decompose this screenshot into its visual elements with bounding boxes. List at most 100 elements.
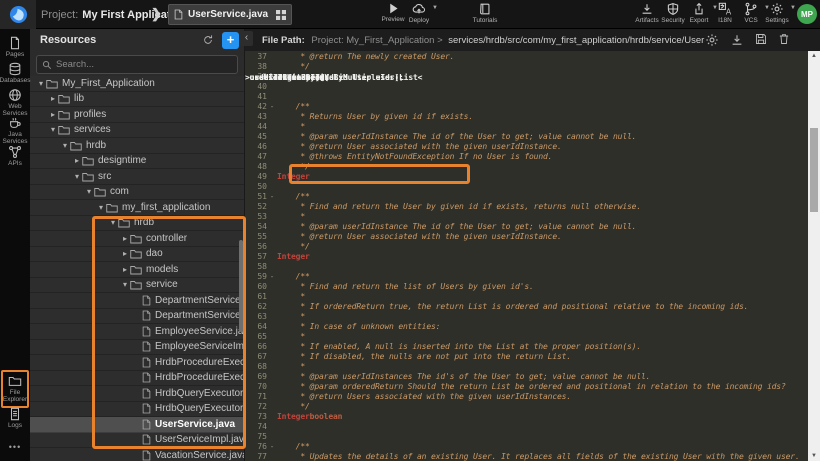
trash-icon[interactable] [778, 33, 790, 47]
code-area[interactable]: 37 * @return The newly created User.38 *… [245, 51, 808, 461]
caret-down-icon[interactable]: ▾ [120, 280, 130, 289]
tree-row-hrdbprocedureexecutorserviceimpl-java[interactable]: HrdbProcedureExecutorServiceImpl.java [30, 371, 245, 387]
tree-item-label: HrdbQueryExecutorServiceImpl.java [155, 403, 245, 414]
caret-right-icon[interactable]: ▸ [72, 156, 82, 165]
cloud-up-icon [412, 2, 426, 16]
caret-right-icon[interactable]: ▸ [48, 94, 58, 103]
tree-row-src[interactable]: ▾ src [30, 169, 245, 185]
tree-row-profiles[interactable]: ▸profiles [30, 107, 245, 123]
tab-userservice-java[interactable]: UserService.java [168, 4, 292, 25]
file-path-value: services/hrdb/src/com/my_first_applicati… [448, 35, 705, 46]
rail-item-web-services[interactable]: Web Services [0, 88, 30, 117]
user-avatar[interactable]: MP [797, 4, 817, 24]
collapse-panel-button[interactable]: ‹ [240, 31, 253, 46]
caret-right-icon[interactable]: ▸ [120, 234, 130, 243]
caret-down-icon: ▼ [432, 5, 438, 11]
tree-row-my-first-application[interactable]: ▾my_first_application [30, 200, 245, 216]
rail-item-label: File Explorer [3, 389, 27, 403]
save-icon[interactable] [755, 33, 767, 47]
preview-button[interactable]: Preview [380, 2, 406, 23]
caret-right-icon[interactable]: ▸ [120, 265, 130, 274]
vcs-button[interactable]: VCS▼ [738, 2, 764, 24]
tree-row-employeeservice-java[interactable]: EmployeeService.java [30, 324, 245, 340]
tree-scrollbar[interactable] [239, 240, 243, 332]
file-tree: ▾My_First_Application▸lib▸profiles▾servi… [30, 76, 245, 461]
tree-row-hrdbprocedureexecutorservice-java[interactable]: HrdbProcedureExecutorService.java [30, 355, 245, 371]
caret-down-icon[interactable]: ▾ [96, 203, 106, 212]
tree-row-service[interactable]: ▾ service [30, 278, 245, 294]
tree-row-hrdbqueryexecutorservice-java[interactable]: HrdbQueryExecutorService.java [30, 386, 245, 402]
tree-row-designtime[interactable]: ▸designtime [30, 154, 245, 170]
caret-right-icon[interactable]: ▸ [48, 110, 58, 119]
tree-row-hrdb[interactable]: ▾hrdb [30, 138, 245, 154]
project-breadcrumb[interactable]: Project: My First Application [41, 0, 187, 29]
rail-item-label: Databases [0, 77, 31, 84]
tree-row-my-first-application[interactable]: ▾My_First_Application [30, 76, 245, 92]
tree-item-label: UserServiceImpl.java [155, 434, 245, 445]
svg-text:A: A [726, 8, 732, 16]
caret-down-icon[interactable]: ▾ [108, 218, 118, 227]
page-icon [8, 36, 22, 50]
tree-row-services[interactable]: ▾services [30, 123, 245, 139]
artifacts-button[interactable]: Artifacts [634, 2, 660, 24]
i18n-label: I18N [718, 17, 732, 24]
tree-row-userserviceimpl-java[interactable]: UserServiceImpl.java [30, 433, 245, 449]
rail-item-logs[interactable]: Logs [0, 407, 30, 429]
tree-row-models[interactable]: ▸models [30, 262, 245, 278]
security-button[interactable]: Security [660, 2, 686, 24]
tree-item-label: service [146, 279, 178, 290]
tree-row-controller[interactable]: ▸controller [30, 231, 245, 247]
rail-item-databases[interactable]: Databases [0, 62, 30, 84]
download-icon[interactable] [730, 33, 744, 47]
editor-actions [705, 33, 820, 47]
grid-icon[interactable] [276, 10, 286, 20]
tree-item-label: src [98, 171, 111, 182]
tree-row-departmentserviceimpl-java[interactable]: DepartmentServiceImpl.java [30, 309, 245, 325]
scroll-up-icon[interactable]: ▲ [808, 53, 820, 59]
tree-row-lib[interactable]: ▸lib [30, 92, 245, 108]
export-button[interactable]: Export▼ [686, 2, 712, 24]
add-resource-button[interactable]: + [222, 32, 239, 49]
tree-row-userservice-java[interactable]: UserService.java [30, 417, 245, 433]
caret-down-icon[interactable]: ▾ [48, 125, 58, 134]
tree-row-hrdb[interactable]: ▾hrdb [30, 216, 245, 232]
tree-row-dao[interactable]: ▸dao [30, 247, 245, 263]
deploy-button[interactable]: Deploy▼ [406, 2, 432, 24]
rail-item-apis[interactable]: APIs [0, 145, 30, 167]
caret-down-icon[interactable]: ▾ [84, 187, 94, 196]
tree-row-hrdbqueryexecutorserviceimpl-java[interactable]: HrdbQueryExecutorServiceImpl.java [30, 402, 245, 418]
caret-down-icon[interactable]: ▾ [60, 141, 70, 150]
rail-item-java-services[interactable]: Java Services [0, 116, 30, 145]
scrollbar-thumb[interactable] [810, 128, 818, 212]
caret-down-icon[interactable]: ▾ [36, 79, 46, 88]
rail-more-button[interactable]: ••• [0, 442, 30, 452]
code-line[interactable]: 37 * @return The newly created User. [245, 51, 808, 61]
translate-icon: A [718, 2, 732, 16]
rail-item-file-explorer[interactable]: File Explorer [1, 370, 29, 408]
left-nav-rail: Pages Databases Web ServicesJava ServicesA… [0, 29, 30, 461]
code-line[interactable]: 73 List<User> findByMultipleIds(List<Int… [245, 411, 808, 421]
code-line[interactable]: 38 */ [245, 61, 808, 71]
file-path-breadcrumb: Project: My_First_Application > [311, 35, 442, 46]
refresh-icon[interactable] [202, 34, 214, 46]
scroll-down-icon[interactable]: ▼ [808, 453, 820, 459]
i18n-button[interactable]: AI18N [712, 2, 738, 24]
editor-scrollbar[interactable]: ▲ ▼ [808, 51, 820, 461]
caret-right-icon[interactable]: ▸ [120, 249, 130, 258]
download-icon [640, 2, 654, 16]
tree-row-employeeserviceimpl-java[interactable]: EmployeeServiceImpl.java [30, 340, 245, 356]
tree-row-vacationservice-java[interactable]: VacationService.java [30, 448, 245, 461]
tree-row-departmentservice-java[interactable]: DepartmentService.java [30, 293, 245, 309]
code-text: */ [277, 62, 310, 71]
app-logo[interactable] [0, 0, 36, 29]
tutorials-button[interactable]: Tutorials [472, 2, 498, 24]
folder-icon [106, 202, 118, 213]
toolbar-left: PreviewDeploy▼ Tutorials [380, 2, 498, 24]
gear-icon[interactable] [705, 33, 719, 47]
caret-down-icon[interactable]: ▾ [72, 172, 82, 181]
folder-icon [58, 124, 70, 135]
settings-button[interactable]: Settings▼ [764, 2, 790, 24]
tree-row-com[interactable]: ▾com [30, 185, 245, 201]
rail-item-pages[interactable]: Pages [0, 36, 30, 58]
search-input[interactable] [56, 59, 232, 70]
